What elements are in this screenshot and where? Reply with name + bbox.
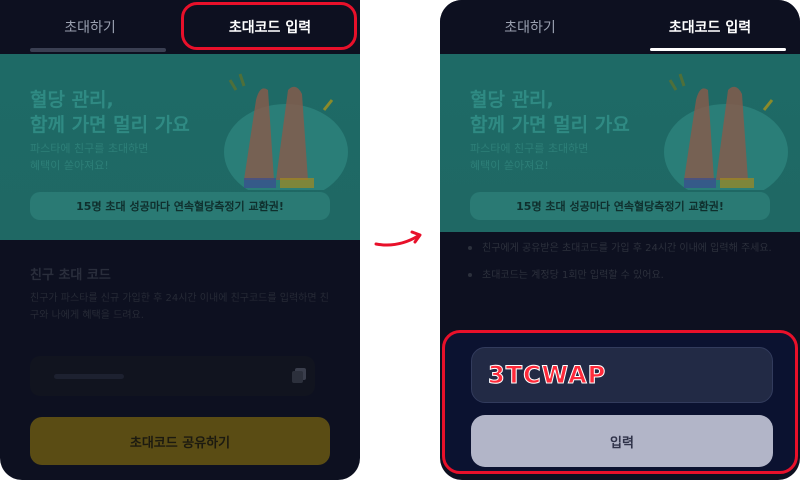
high-five-illustration	[664, 73, 788, 190]
promo-banner: 혈당 관리, 함께 가면 멀리 가요 파스타에 친구를 초대하면 혜택이 쏟아져…	[0, 54, 360, 240]
section-title: 친구 초대 코드	[30, 268, 111, 283]
section-description: 친구가 파스타를 신규 가입한 후 24시간 이내에 친구코드를 입력하면 친구…	[30, 293, 329, 321]
list-item: 초대코드는 계정당 1회만 입력할 수 있어요.	[468, 267, 783, 284]
share-code-button[interactable]: 초대코드 공유하기	[30, 417, 330, 465]
masked-code	[54, 374, 124, 379]
promo-banner: 혈당 관리, 함께 가면 멀리 가요 파스타에 친구를 초대하면 혜택이 쏟아져…	[440, 54, 800, 232]
invite-code-input[interactable]: 3TCWAP	[471, 347, 773, 403]
banner-title: 혈당 관리, 함께 가면 멀리 가요	[470, 89, 630, 136]
screen-enter-code-tab: 초대하기 초대코드 입력 혈당 관리, 함께 가면 멀리 가요 파스타에 친구를…	[440, 0, 800, 480]
my-invite-code-field	[30, 356, 315, 396]
banner-subtitle: 파스타에 친구를 초대하면 혜택이 쏟아져요!	[30, 142, 149, 172]
tab-bar: 초대하기 초대코드 입력	[440, 0, 800, 54]
high-five-illustration	[224, 73, 348, 190]
tab-indicator	[30, 48, 166, 52]
tab-enter-code[interactable]: 초대코드 입력	[620, 0, 800, 54]
arrow-right-icon	[374, 230, 422, 247]
notice-list: 친구에게 공유받은 초대코드를 가입 후 24시간 이내에 입력해 주세요. 초…	[468, 240, 783, 294]
tab-invite[interactable]: 초대하기	[440, 0, 620, 54]
submit-button[interactable]: 입력	[471, 415, 773, 467]
banner-title: 혈당 관리, 함께 가면 멀리 가요	[30, 89, 190, 136]
copy-icon[interactable]	[290, 366, 308, 384]
highlight-entry-outline: 3TCWAP 입력	[442, 330, 798, 474]
highlight-tab-outline	[181, 2, 357, 50]
banner-subtitle: 파스타에 친구를 초대하면 혜택이 쏟아져요!	[470, 142, 589, 172]
screen-invite-tab: 초대하기 초대코드 입력 혈당 관리, 함께 가면 멀리 가요 파스타에 친구를…	[0, 0, 360, 480]
tab-invite[interactable]: 초대하기	[0, 0, 180, 54]
tab-indicator	[650, 48, 786, 51]
reward-pill: 15명 초대 성공마다 연속혈당측정기 교환권!	[470, 192, 770, 220]
reward-pill: 15명 초대 성공마다 연속혈당측정기 교환권!	[30, 192, 330, 220]
list-item: 친구에게 공유받은 초대코드를 가입 후 24시간 이내에 입력해 주세요.	[468, 240, 783, 257]
